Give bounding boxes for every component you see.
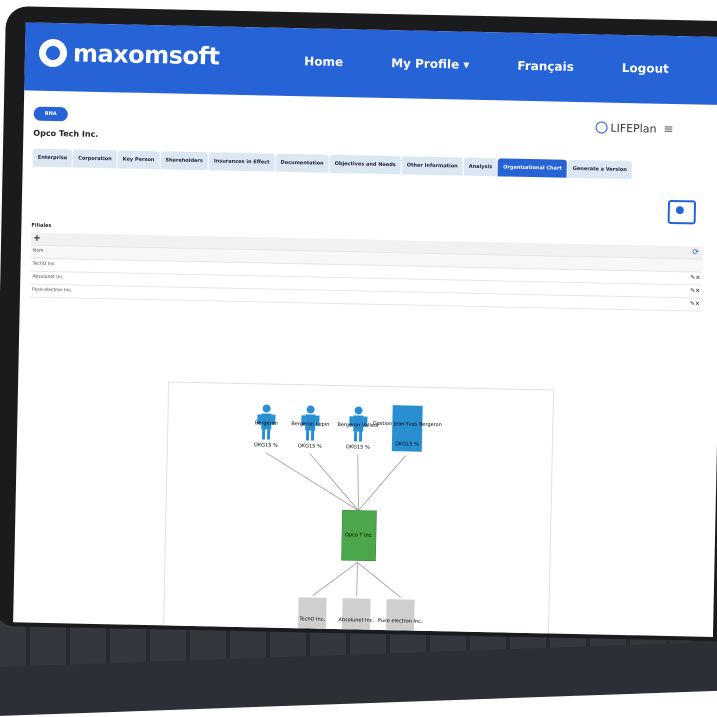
tab-generate-version[interactable]: Generate a Version (567, 159, 633, 180)
tab-other-info[interactable]: Other Information (401, 156, 463, 176)
filiales-title: Filiales (31, 222, 52, 229)
tab-analysis[interactable]: Analysis (463, 157, 498, 177)
org-chart-svg: Bergeron OKG15 % Bergeron Lepin OKG15 % (254, 404, 442, 637)
shareholder-node[interactable]: Bergeron Lepin OKG15 % (291, 405, 330, 450)
screen: maxomsoft Home My Profile ▾ Français Log… (13, 22, 717, 637)
parent-company-name: Opco T Inc. (345, 532, 374, 539)
tab-enterprise[interactable]: Enterprise (32, 148, 73, 168)
shareholder-name: Gestion Jean-Yves Bergeron (373, 421, 442, 428)
refresh-icon[interactable]: ⟳ (692, 246, 699, 258)
row-name: TechO Inc. (32, 261, 56, 268)
top-navbar: maxomsoft Home My Profile ▾ Français Log… (24, 22, 717, 106)
tab-objectives[interactable]: Objectives and Needs (329, 154, 401, 175)
shareholder-pct: OKG15 % (254, 442, 278, 449)
row-name: Puce electron Inc. (32, 287, 73, 294)
lifeplan-label: LIFEPlan (610, 121, 657, 136)
laptop-screen-bezel: maxomsoft Home My Profile ▾ Français Log… (0, 6, 717, 642)
tab-org-chart[interactable]: Organizational Chart (498, 158, 567, 178)
subsidiary-name: Puce electron Inc. (378, 618, 423, 625)
shareholder-pct: OKG15 % (346, 444, 370, 451)
edit-delete-icons[interactable]: ✎✕ (690, 298, 700, 310)
edit-delete-icons[interactable]: ✎✕ (690, 272, 700, 284)
tab-shareholders[interactable]: Shareholders (160, 151, 209, 171)
subsidiary-node[interactable]: TechO Inc. (297, 597, 327, 637)
lifeplan-brand: LIFEPlan ≡ (595, 120, 674, 136)
client-badge[interactable]: BNA (33, 106, 68, 122)
tab-documentation[interactable]: Documentation (275, 153, 329, 173)
connector-lines (265, 452, 406, 598)
subsidiary-name: Absolunet Inc. (338, 617, 374, 624)
filiales-grid: + ⟳ Nom TechO Inc. ✎✕ Absolunet Inc. ✎✕ … (29, 232, 704, 312)
tab-insurances[interactable]: Insurances in Effect (208, 152, 275, 172)
maxomsoft-logo-icon (38, 38, 68, 68)
shareholder-node[interactable]: Bergeron OKG15 % (254, 404, 279, 449)
row-name: Absolunet Inc. (32, 274, 65, 281)
menu-icon[interactable]: ≡ (663, 122, 673, 136)
subsidiary-name: TechO Inc. (298, 616, 325, 623)
brand-logo[interactable]: maxomsoft (38, 38, 220, 71)
lifeplan-icon (595, 121, 608, 134)
parent-company-node[interactable]: Opco T Inc. (341, 509, 377, 562)
edit-delete-icons[interactable]: ✎✕ (690, 285, 700, 297)
tab-key-person[interactable]: Key Person (117, 150, 160, 170)
add-row-button[interactable]: + (33, 234, 41, 244)
nav-logout[interactable]: Logout (622, 61, 669, 76)
shareholder-company-node[interactable]: Gestion Jean-Yves Bergeron OKG15 % (372, 405, 442, 452)
nav-my-profile[interactable]: My Profile ▾ (391, 56, 470, 72)
company-name: Opco Tech Inc. (33, 128, 99, 139)
tab-corporation[interactable]: Corporation (72, 149, 117, 169)
shareholder-node[interactable]: Bergeron Valleur OKG15 % (337, 406, 381, 451)
nav-language[interactable]: Français (517, 59, 574, 74)
nav-links: Home My Profile ▾ Français Logout (304, 54, 669, 76)
org-chart-icon[interactable] (667, 199, 697, 225)
shareholder-pct: OKG15 % (395, 441, 419, 448)
brand-name: maxomsoft (72, 39, 220, 71)
org-chart-canvas: Bergeron OKG15 % Bergeron Lepin OKG15 % (162, 381, 555, 637)
tab-bar: Enterprise Corporation Key Person Shareh… (32, 148, 633, 180)
shareholder-pct: OKG15 % (298, 443, 322, 450)
subsidiary-node[interactable]: Absolunet Inc. (338, 598, 375, 637)
nav-home[interactable]: Home (304, 54, 343, 69)
shareholder-name: Bergeron (255, 420, 278, 426)
subsidiary-node[interactable]: Puce electron Inc. (378, 599, 424, 637)
shareholder-name: Bergeron Lepin (291, 421, 329, 428)
